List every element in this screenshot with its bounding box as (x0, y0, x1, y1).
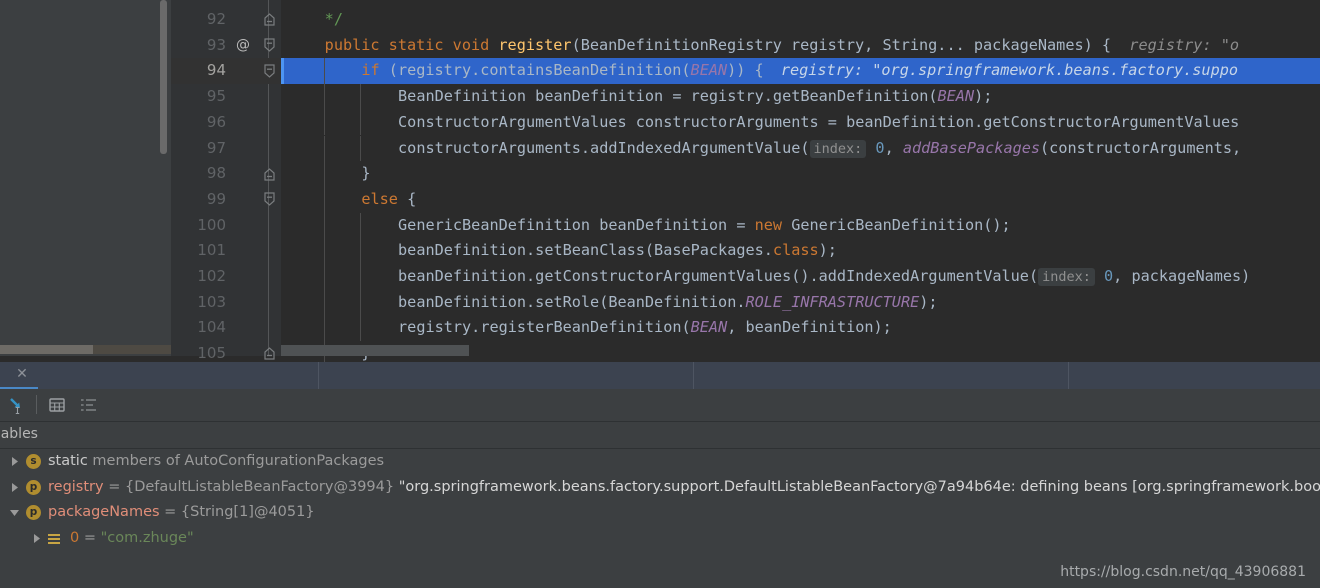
parameter-icon: p (26, 505, 41, 520)
close-icon[interactable]: ✕ (14, 366, 30, 382)
code-line-102[interactable]: beanDefinition.getConstructorArgumentVal… (398, 264, 1250, 290)
code-line-103[interactable]: beanDefinition.setRole(BeanDefinition.RO… (398, 290, 938, 316)
fold-expand-icon[interactable] (261, 187, 277, 213)
indent-guide (323, 135, 325, 162)
static-field-icon: s (26, 454, 41, 469)
code-editor[interactable]: * * * * 92*/93@public static void regist… (0, 0, 1320, 362)
fold-expand-icon[interactable] (261, 58, 277, 84)
sort-values-icon[interactable] (76, 392, 102, 418)
indent-guide (323, 212, 325, 239)
code-line-95[interactable]: BeanDefinition beanDefinition = registry… (398, 84, 992, 110)
inlay-param-hint: index: (809, 139, 867, 158)
tabbar-divider (693, 362, 694, 389)
fold-end-icon[interactable] (261, 161, 277, 187)
indent-guide (360, 238, 362, 264)
fold-end-icon[interactable] (261, 341, 277, 362)
indent-guide (323, 109, 325, 136)
debug-tabbar: .. ✕ (0, 362, 1320, 389)
variable-text: registry = {DefaultListableBeanFactory@3… (48, 478, 1320, 495)
variable-text: packageNames = {String[1]@4051} (48, 504, 315, 520)
code-line-104[interactable]: registry.registerBeanDefinition(BEAN, be… (398, 315, 892, 341)
chevron-right-icon[interactable] (28, 526, 44, 552)
chevron-down-icon[interactable] (6, 500, 22, 526)
line-number-96: 96 (206, 112, 226, 131)
array-element-icon (48, 533, 60, 545)
variables-header: Variables (0, 421, 1320, 449)
indent-guide (360, 84, 362, 110)
left-tool-pane (0, 0, 171, 356)
debug-toolbar (0, 389, 1320, 422)
indent-guide (360, 289, 362, 316)
indent-guide (360, 135, 362, 162)
line-number-104: 104 (197, 318, 226, 337)
evaluate-expression-icon[interactable] (4, 392, 30, 418)
indent-guide (360, 109, 362, 136)
indent-guide (360, 264, 362, 290)
left-pane-horizontal-scrollbar[interactable] (0, 345, 93, 354)
code-line-99[interactable]: else { (361, 187, 416, 213)
line-number-101: 101 (197, 241, 226, 260)
variable-row[interactable]: p registry = {DefaultListableBeanFactory@… (0, 475, 1320, 501)
line-number-93: 93 (206, 35, 226, 54)
code-line-94[interactable]: if (registry.containsBeanDefinition(BEAN… (361, 58, 763, 84)
chevron-right-icon[interactable] (6, 449, 22, 475)
caret (281, 58, 284, 85)
line-number-92: 92 (206, 10, 226, 28)
annotation-marker-icon[interactable]: @ (234, 33, 252, 59)
code-line-100[interactable]: GenericBeanDefinition beanDefinition = n… (398, 213, 1011, 239)
indent-guide (323, 84, 325, 110)
variable-row[interactable]: s static members of AutoConfigurationPack… (0, 449, 1320, 475)
watermark: https://blog.csdn.net/qq_43906881 (1060, 564, 1306, 580)
indent-guide (323, 161, 325, 187)
indent-guide (360, 212, 362, 239)
editor-hscrollbar-track[interactable] (281, 345, 1320, 356)
show-types-icon[interactable] (44, 392, 70, 418)
line-number-97: 97 (206, 138, 226, 157)
indent-guide (323, 264, 325, 290)
indent-guide (323, 186, 325, 213)
variable-row[interactable]: p packageNames = {String[1]@4051} (0, 500, 1320, 526)
line-number-100: 100 (197, 215, 226, 234)
fold-expand-icon[interactable] (261, 33, 277, 59)
code-line-96[interactable]: ConstructorArgumentValues constructorArg… (398, 110, 1239, 136)
line-number-102: 102 (197, 267, 226, 285)
toolbar-divider (36, 395, 37, 414)
indent-guide (323, 289, 325, 316)
fold-end-icon[interactable] (261, 7, 277, 33)
screen-root: * * * * 92*/93@public static void regist… (0, 0, 1320, 588)
code-line-98[interactable]: } (361, 161, 370, 187)
left-pane-vertical-scrollbar[interactable] (160, 0, 167, 154)
variables-header-label: Variables (0, 426, 38, 442)
line-number-95: 95 (206, 87, 226, 106)
variable-text: 0 = "com.zhuge" (70, 529, 194, 546)
left-pane-horizontal-scrollbar-track[interactable] (93, 345, 171, 354)
line-number-103: 103 (197, 292, 226, 311)
line-number-98: 98 (206, 164, 226, 183)
variable-row[interactable]: 0 = "com.zhuge" (0, 526, 1320, 552)
inlay-param-hint: index: (1038, 268, 1095, 286)
debug-tool-window: .. ✕ (0, 362, 1320, 588)
indent-guide (323, 58, 325, 85)
code-line-93[interactable]: public static void register(BeanDefiniti… (325, 33, 1111, 59)
indent-guide (323, 238, 325, 264)
inline-debug-value-hint: registry: "org.springframework.beans.fac… (780, 61, 1239, 80)
code-line-92[interactable]: */ (325, 7, 343, 33)
tabbar-divider (318, 362, 319, 389)
line-number-99: 99 (206, 189, 226, 208)
indent-guide (323, 315, 325, 342)
debug-tab-frames[interactable]: .. ✕ (0, 362, 38, 389)
editor-hscrollbar-thumb[interactable] (281, 345, 469, 356)
chevron-right-icon[interactable] (6, 475, 22, 501)
code-line-101[interactable]: beanDefinition.setBeanClass(BasePackages… (398, 238, 837, 264)
tabbar-divider (1068, 362, 1069, 389)
inline-debug-value-hint: registry: "o (1129, 35, 1240, 54)
variable-text: static members of AutoConfigurationPacka… (48, 453, 385, 469)
line-number-105: 105 (197, 344, 226, 362)
indent-guide (360, 315, 362, 342)
code-line-97[interactable]: constructorArguments.addIndexedArgumentV… (398, 136, 1250, 162)
parameter-icon: p (26, 479, 41, 495)
line-number-94: 94 (206, 61, 226, 80)
